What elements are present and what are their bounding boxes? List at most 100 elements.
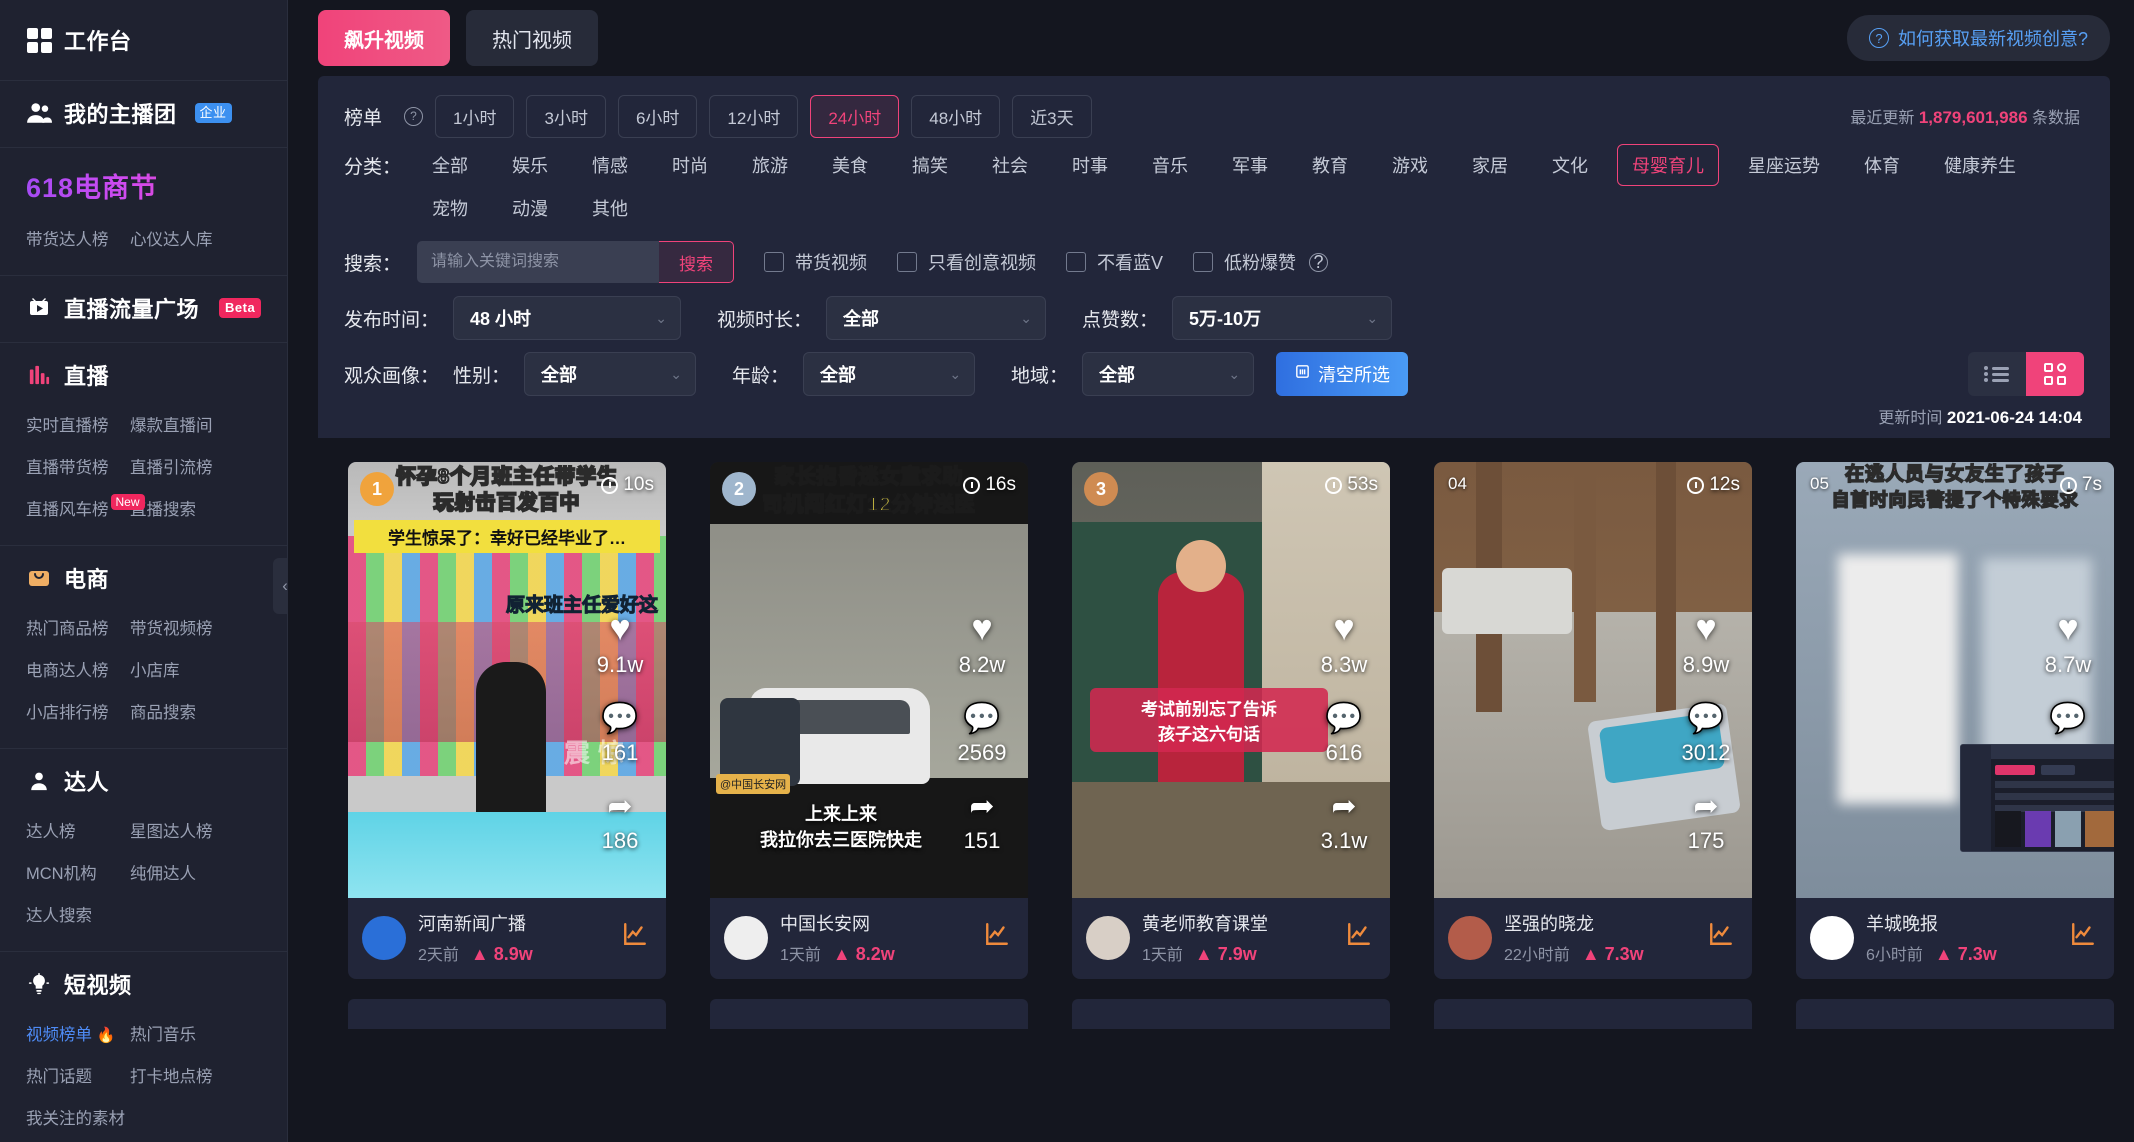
sidebar-link-inf-4[interactable]: 达人搜索 xyxy=(26,893,130,935)
share-icon[interactable]: ➦ xyxy=(592,792,648,822)
rank-chip-3d[interactable]: 近3天 xyxy=(1012,94,1092,138)
sidebar-link-ec-3[interactable]: 小店库 xyxy=(130,648,234,690)
rank-chip-6h[interactable]: 6小时 xyxy=(617,94,698,138)
rank-chip-24h[interactable]: 24小时 xyxy=(810,94,900,138)
tab-hot-videos[interactable]: 热门视频 xyxy=(466,10,598,66)
video-card-partial[interactable] xyxy=(348,999,666,1029)
publish-time-select[interactable]: 48 小时 ⌄ xyxy=(453,296,682,340)
comment-icon[interactable]: 💬 xyxy=(592,704,648,734)
category-military[interactable]: 军事 xyxy=(1217,144,1283,186)
video-card-partial[interactable] xyxy=(710,999,1028,1029)
heart-icon[interactable]: ♥ xyxy=(2040,610,2096,646)
author-name[interactable]: 坚强的晓龙 xyxy=(1504,910,1696,936)
category-music[interactable]: 音乐 xyxy=(1137,144,1203,186)
question-circle-icon[interactable]: ? xyxy=(1309,252,1329,272)
sidebar-link-live-2[interactable]: 直播带货榜 xyxy=(26,445,130,487)
category-parenting[interactable]: 母婴育儿 xyxy=(1617,144,1720,186)
video-card[interactable]: 04 12s ♥ 8.9w 💬 3012 ➦ 175 坚强的晓龙 22小时前 ▲… xyxy=(1434,462,1752,979)
comment-icon[interactable]: 💬 xyxy=(1678,704,1734,734)
video-card[interactable]: 考试前别忘了告诉 孩子这六句话 3 53s ♥ 8.3w 💬 616 ➦ 3.1… xyxy=(1072,462,1390,979)
share-icon[interactable]: ➦ xyxy=(1678,792,1734,822)
category-society[interactable]: 社会 xyxy=(977,144,1043,186)
checkbox-no-bluev[interactable]: 不看蓝V xyxy=(1066,249,1163,275)
likes-select[interactable]: 5万-10万 ⌄ xyxy=(1172,296,1393,340)
author-name[interactable]: 黄老师教育课堂 xyxy=(1142,910,1334,936)
sidebar-collapse-button[interactable]: « xyxy=(273,558,287,614)
comment-icon[interactable]: 💬 xyxy=(1316,704,1372,734)
rank-chip-48h[interactable]: 48小时 xyxy=(911,94,1001,138)
author-name[interactable]: 羊城晚报 xyxy=(1866,910,2058,936)
video-card-partial[interactable] xyxy=(1796,999,2114,1029)
sidebar-link-xinyi-daren[interactable]: 心仪达人库 xyxy=(130,217,234,259)
search-button[interactable]: 搜索 xyxy=(659,241,735,283)
category-fashion[interactable]: 时尚 xyxy=(657,144,723,186)
share-icon[interactable]: ➦ xyxy=(954,792,1010,822)
category-funny[interactable]: 搞笑 xyxy=(897,144,963,186)
sidebar-link-ec-0[interactable]: 热门商品榜 xyxy=(26,606,130,648)
rank-chip-3h[interactable]: 3小时 xyxy=(526,94,606,138)
category-anime[interactable]: 动漫 xyxy=(497,187,563,229)
sidebar-link-live-4[interactable]: 直播风车榜 New xyxy=(26,487,145,529)
sidebar-link-ec-5[interactable]: 商品搜索 xyxy=(130,690,234,732)
category-emotion[interactable]: 情感 xyxy=(577,144,643,186)
video-card-partial[interactable] xyxy=(1072,999,1390,1029)
rank-chip-1h[interactable]: 1小时 xyxy=(435,94,515,138)
checkbox-creative-only[interactable]: 只看创意视频 xyxy=(897,249,1036,275)
category-pets[interactable]: 宠物 xyxy=(417,187,483,229)
video-thumbnail[interactable]: 家长抱昏迷女童求助 司机闯红灯12分钟送医 @中国长安网 上来上来 我拉你去三医… xyxy=(710,462,1028,898)
category-food[interactable]: 美食 xyxy=(817,144,883,186)
sidebar-link-sv-1[interactable]: 热门音乐 xyxy=(130,1012,234,1054)
help-link-video-ideas[interactable]: ? 如何获取最新视频创意? xyxy=(1846,15,2110,61)
category-travel[interactable]: 旅游 xyxy=(737,144,803,186)
sidebar-item-anchor-team[interactable]: 我的主播团 企业 xyxy=(0,81,287,148)
video-thumbnail[interactable]: 在逃人员与女友生了孩子 自首时向民警提了个特殊要求 05 7s ♥ 8.7w 💬 xyxy=(1796,462,2114,898)
clear-filters-button[interactable]: 清空所选 xyxy=(1276,352,1409,396)
comment-icon[interactable]: 💬 xyxy=(2040,704,2096,734)
gender-select[interactable]: 全部 ⌄ xyxy=(524,352,697,396)
video-length-select[interactable]: 全部 ⌄ xyxy=(826,296,1047,340)
rank-chip-12h[interactable]: 12小时 xyxy=(709,94,799,138)
share-icon[interactable]: ➦ xyxy=(1316,792,1372,822)
sidebar-link-daihuo-daren[interactable]: 带货达人榜 xyxy=(26,217,130,259)
video-thumbnail[interactable]: 考试前别忘了告诉 孩子这六句话 3 53s ♥ 8.3w 💬 616 ➦ 3.1… xyxy=(1072,462,1390,898)
video-card-partial[interactable] xyxy=(1434,999,1752,1029)
question-circle-icon[interactable]: ? xyxy=(404,106,424,126)
category-all[interactable]: 全部 xyxy=(417,144,483,186)
category-culture[interactable]: 文化 xyxy=(1537,144,1603,186)
avatar[interactable] xyxy=(724,915,768,960)
sidebar-link-live-0[interactable]: 实时直播榜 xyxy=(26,403,130,445)
checkbox-low-fans-high-likes[interactable]: 低粉爆赞 ? xyxy=(1193,249,1330,275)
video-thumbnail[interactable]: 怀孕8个月班主任带学生 玩射击百发百中 学生惊呆了：幸好已经毕业了… 原来班主任… xyxy=(348,462,666,898)
trend-chart-icon[interactable] xyxy=(984,921,1014,954)
checkbox-daihuo-video[interactable]: 带货视频 xyxy=(764,249,867,275)
sidebar-link-sv-3[interactable]: 打卡地点榜 xyxy=(130,1054,234,1096)
sidebar-link-inf-0[interactable]: 达人榜 xyxy=(26,809,130,851)
category-home[interactable]: 家居 xyxy=(1457,144,1523,186)
category-entertainment[interactable]: 娱乐 xyxy=(497,144,563,186)
heart-icon[interactable]: ♥ xyxy=(592,610,648,646)
heart-icon[interactable]: ♥ xyxy=(1316,610,1372,646)
sidebar-link-live-1[interactable]: 爆款直播间 xyxy=(130,403,234,445)
list-view-icon[interactable] xyxy=(1968,352,2026,396)
sidebar-link-live-3[interactable]: 直播引流榜 xyxy=(130,445,234,487)
heart-icon[interactable]: ♥ xyxy=(1678,610,1734,646)
video-card[interactable]: 家长抱昏迷女童求助 司机闯红灯12分钟送医 @中国长安网 上来上来 我拉你去三医… xyxy=(710,462,1028,979)
heart-icon[interactable]: ♥ xyxy=(954,610,1010,646)
sidebar-item-live-plaza[interactable]: 直播流量广场 Beta xyxy=(0,276,287,343)
category-current-affairs[interactable]: 时事 xyxy=(1057,144,1123,186)
category-sports[interactable]: 体育 xyxy=(1849,144,1915,186)
category-horoscope[interactable]: 星座运势 xyxy=(1733,144,1835,186)
comment-icon[interactable]: 💬 xyxy=(954,704,1010,734)
avatar[interactable] xyxy=(1448,915,1492,960)
sidebar-link-inf-3[interactable]: 纯佣达人 xyxy=(130,851,234,893)
sidebar-link-inf-2[interactable]: MCN机构 xyxy=(26,851,130,893)
sidebar-link-sv-4[interactable]: 我关注的素材 xyxy=(26,1096,130,1138)
tab-surging-videos[interactable]: 飙升视频 xyxy=(318,10,450,66)
sidebar-item-workbench[interactable]: 工作台 xyxy=(0,0,287,81)
grid-view-icon[interactable] xyxy=(2026,352,2084,396)
sidebar-link-live-5[interactable]: 直播搜索 xyxy=(130,487,234,529)
avatar[interactable] xyxy=(1810,915,1854,960)
category-other[interactable]: 其他 xyxy=(577,187,643,229)
region-select[interactable]: 全部 ⌄ xyxy=(1082,352,1255,396)
trend-chart-icon[interactable] xyxy=(2070,921,2100,954)
